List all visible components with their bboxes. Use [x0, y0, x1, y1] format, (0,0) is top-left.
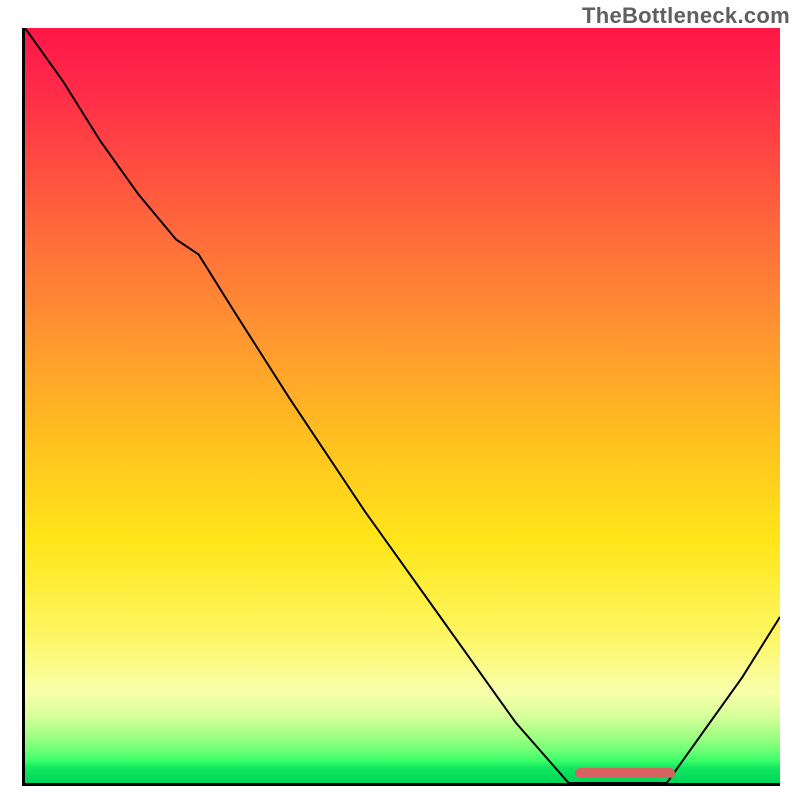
chart-curve: [25, 28, 780, 783]
plot-area: [22, 28, 780, 786]
watermark-text: TheBottleneck.com: [582, 3, 790, 29]
bottleneck-curve-path: [25, 28, 780, 783]
optimum-marker: [575, 768, 675, 778]
